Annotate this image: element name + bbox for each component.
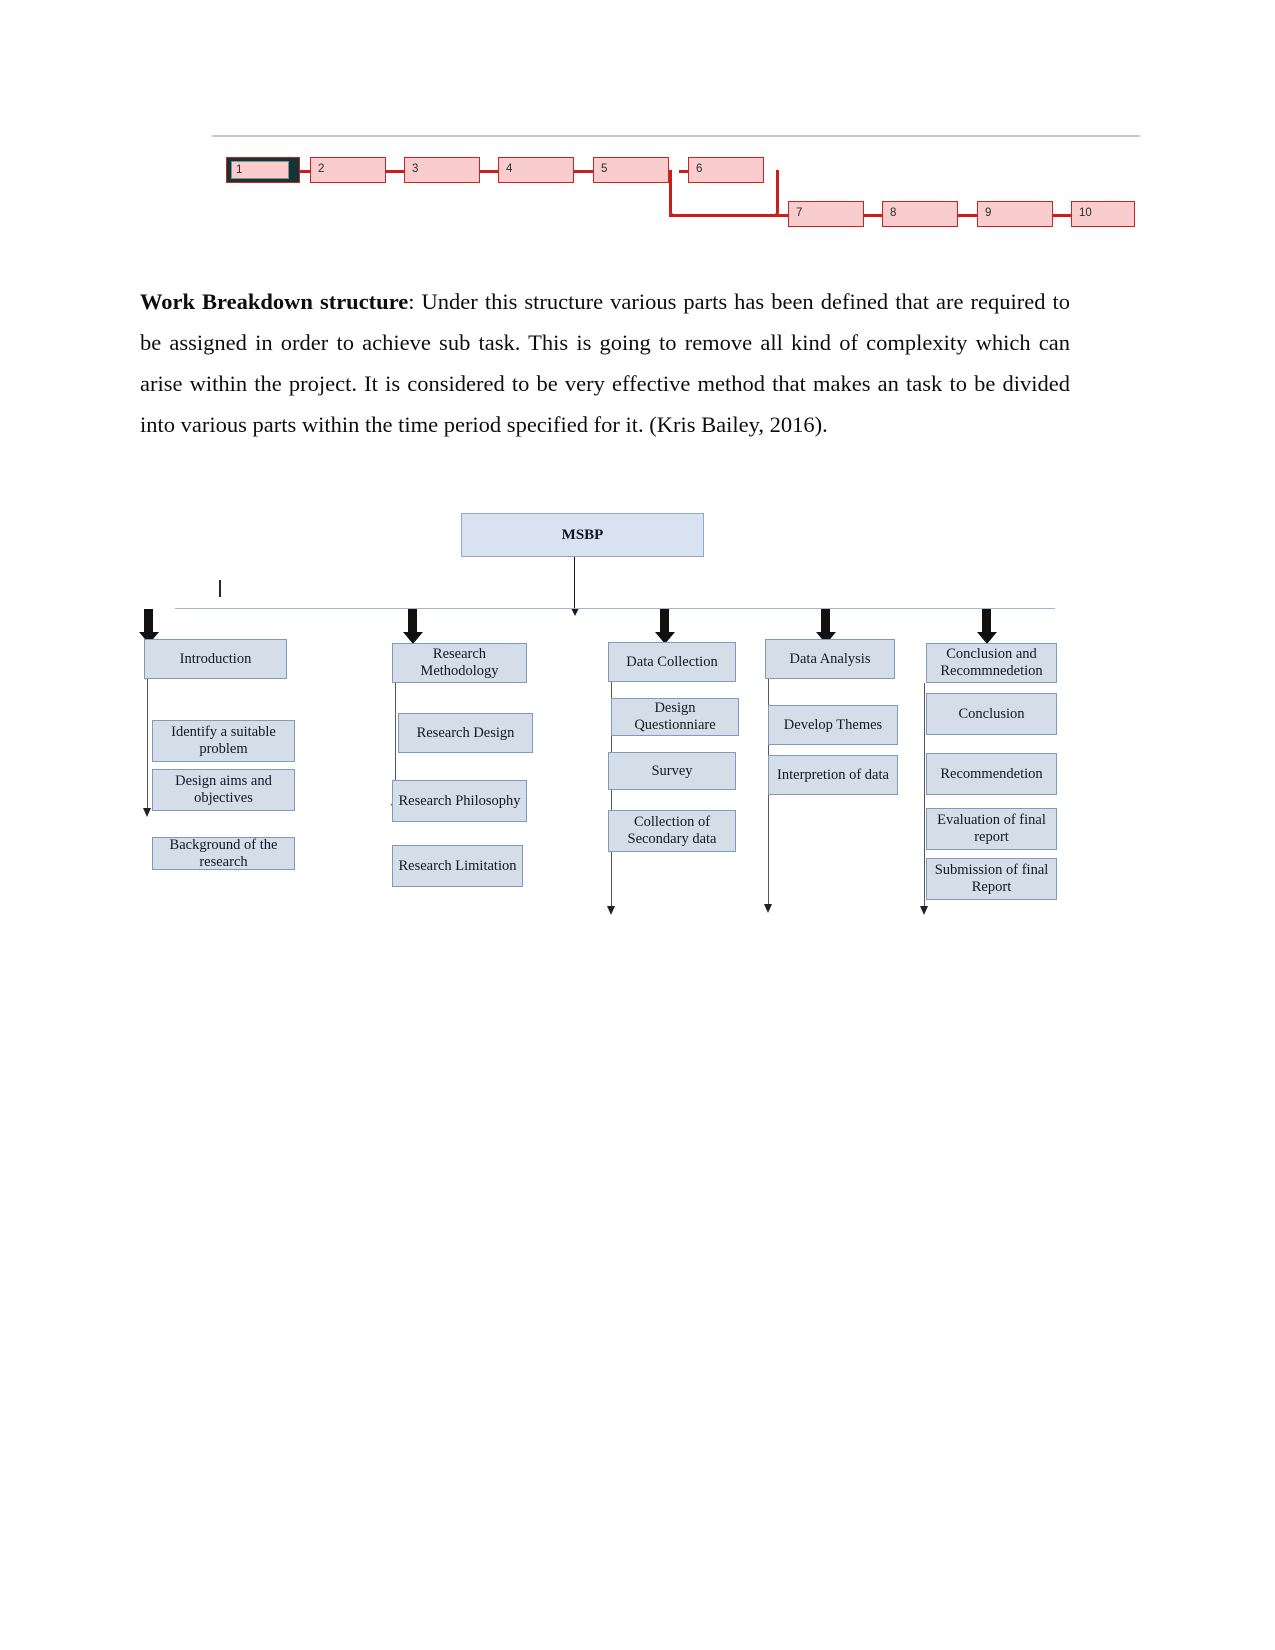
network-node-1[interactable]: 1 [226, 157, 300, 183]
wbs-head-research-methodology[interactable]: Research Methodology [392, 643, 527, 683]
wbs-item-design-aims[interactable]: Design aims and objectives [152, 769, 295, 811]
wbs-item-recommendetion[interactable]: Recommendetion [926, 753, 1057, 795]
wbs-head-introduction[interactable]: Introduction [144, 639, 287, 679]
wbs-drop-arrow-data-collection [654, 609, 675, 644]
document-page: 1 2 3 4 5 6 7 8 9 10 Work Breakdown stru… [0, 0, 1275, 1650]
wbs-root-connector [570, 557, 579, 616]
wbs-drop-arrow-research-methodology [402, 609, 423, 644]
network-elbow-6-7 [761, 170, 779, 217]
wbs-item-background-research[interactable]: Background of the research [152, 837, 295, 870]
wbs-item-conclusion[interactable]: Conclusion [926, 693, 1057, 735]
network-node-5[interactable]: 5 [593, 157, 669, 183]
wbs-item-collection-secondary-data[interactable]: Collection of Secondary data [608, 810, 736, 852]
wbs-item-identify-problem[interactable]: Identify a suitable problem [152, 720, 295, 762]
wbs-item-interpretion-of-data[interactable]: Interpretion of data [768, 755, 898, 795]
wbs-item-submission-final-report[interactable]: Submission of final Report [926, 858, 1057, 900]
network-node-4[interactable]: 4 [498, 157, 574, 183]
network-node-9[interactable]: 9 [977, 201, 1053, 227]
wbs-spine-introduction [141, 679, 153, 817]
network-node-7[interactable]: 7 [788, 201, 864, 227]
wbs-item-research-limitation[interactable]: Research Limitation [392, 845, 523, 887]
network-elbow-5-7 [669, 170, 691, 217]
network-node-6[interactable]: 6 [688, 157, 764, 183]
wbs-drop-arrow-data-analysis [815, 609, 836, 644]
wbs-item-research-design[interactable]: Research Design [398, 713, 533, 753]
network-node-8[interactable]: 8 [882, 201, 958, 227]
text-cursor-artifact [219, 580, 221, 597]
network-node-1-label: 1 [231, 161, 289, 179]
wbs-root-node: MSBP [461, 513, 704, 557]
wbs-drop-arrow-introduction [138, 609, 159, 644]
wbs-item-survey[interactable]: Survey [608, 752, 736, 790]
work-breakdown-paragraph: Work Breakdown structure: Under this str… [140, 281, 1070, 445]
wbs-item-develop-themes[interactable]: Develop Themes [768, 705, 898, 745]
network-node-3[interactable]: 3 [404, 157, 480, 183]
network-node-10[interactable]: 10 [1071, 201, 1135, 227]
paragraph-lead-label: Work Breakdown structure [140, 288, 409, 314]
wbs-head-data-analysis[interactable]: Data Analysis [765, 639, 895, 679]
wbs-head-data-collection[interactable]: Data Collection [608, 642, 736, 682]
work-breakdown-structure-chart: MSBP Introduction Identify a suitable pr… [130, 500, 1110, 930]
wbs-item-research-philosophy[interactable]: Research Philosophy [392, 780, 527, 822]
wbs-item-evaluation-final-report[interactable]: Evaluation of final report [926, 808, 1057, 850]
network-diagram: 1 2 3 4 5 6 7 8 9 10 [205, 135, 1140, 240]
horizontal-rule [212, 135, 1140, 137]
wbs-horizontal-connector [175, 608, 1055, 610]
network-node-2[interactable]: 2 [310, 157, 386, 183]
wbs-head-conclusion-recommendation[interactable]: Conclusion and Recommnedetion [926, 643, 1057, 683]
wbs-item-design-questionniare[interactable]: Design Questionniare [611, 698, 739, 736]
network-connector-to-7 [765, 210, 797, 220]
wbs-drop-arrow-conclusion [976, 609, 997, 644]
